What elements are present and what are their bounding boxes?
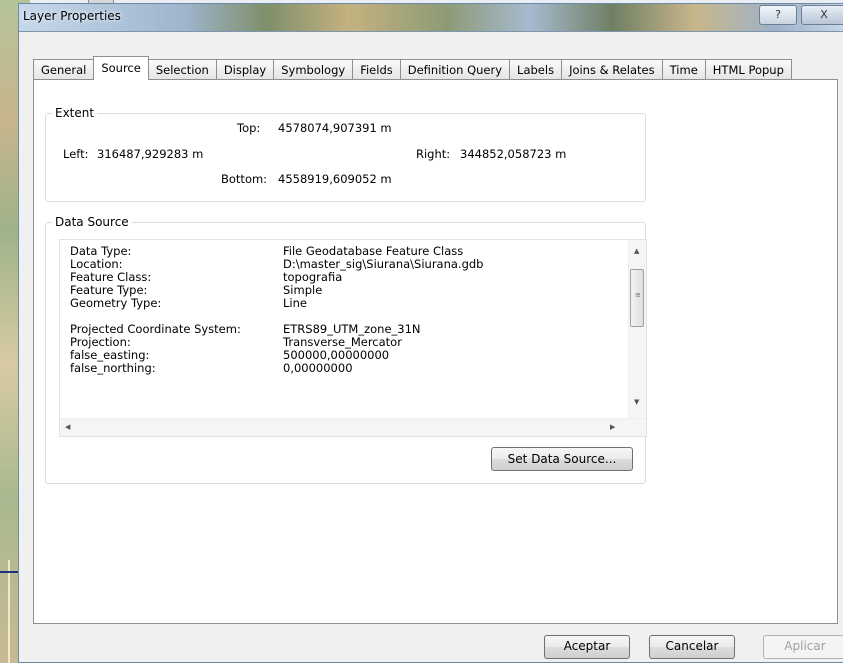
- projection-value: Transverse_Mercator: [283, 335, 402, 349]
- extent-top-value: 4578074,907391 m: [278, 121, 392, 135]
- tab-general[interactable]: General: [33, 59, 95, 80]
- background-map-road: [8, 560, 10, 663]
- data-source-group-title: Data Source: [52, 215, 132, 229]
- feature-type-value: Simple: [283, 283, 323, 297]
- cancel-button[interactable]: Cancelar: [649, 635, 735, 659]
- extent-group: Extent Top: 4578074,907391 m Left: 31648…: [45, 106, 646, 202]
- extent-left-value: 316487,929283 m: [97, 147, 204, 161]
- extent-left-label: Left:: [63, 147, 89, 161]
- extent-bottom-value: 4558919,609052 m: [278, 172, 392, 186]
- tab-html-popup[interactable]: HTML Popup: [704, 59, 792, 80]
- horizontal-scrollbar[interactable]: ◀ ▶: [60, 418, 646, 436]
- location-value: D:\master_sig\Siurana\Siurana.gdb: [283, 257, 484, 271]
- tab-fields[interactable]: Fields: [352, 59, 401, 80]
- extent-group-title: Extent: [52, 106, 98, 120]
- feature-class-value: topografia: [283, 270, 343, 284]
- scroll-down-arrow-icon[interactable]: ▼: [634, 398, 639, 406]
- false-easting-value: 500000,00000000: [283, 348, 390, 362]
- set-data-source-button[interactable]: Set Data Source...: [491, 447, 633, 471]
- list-item: Geometry Type: Line: [70, 297, 620, 310]
- tab-symbology[interactable]: Symbology: [273, 59, 354, 80]
- false-northing-key: false_northing:: [70, 361, 156, 375]
- tab-definition-query[interactable]: Definition Query: [399, 59, 511, 80]
- data-source-group: Data Source Data Type: File Geodatabase F…: [45, 215, 647, 484]
- list-item: Location: D:\master_sig\Siurana\Siurana.g…: [70, 258, 620, 271]
- layer-properties-dialog: Layer Properties ? X General Source Sele…: [18, 3, 843, 663]
- false-northing-value: 0,00000000: [283, 361, 353, 375]
- source-tab-panel: Extent Top: 4578074,907391 m Left: 31648…: [33, 79, 838, 624]
- vertical-scrollbar[interactable]: ▲ ≡ ▼: [628, 240, 646, 419]
- ok-button[interactable]: Aceptar: [544, 635, 630, 659]
- list-item: Feature Class: topografia: [70, 271, 620, 284]
- help-button[interactable]: ?: [759, 5, 797, 25]
- scroll-left-arrow-icon[interactable]: ◀: [65, 423, 70, 431]
- tab-joins-relates[interactable]: Joins & Relates: [561, 59, 663, 80]
- close-icon: X: [820, 8, 828, 21]
- extent-top-label: Top:: [237, 121, 261, 135]
- extent-bottom-label: Bottom:: [221, 172, 268, 186]
- grip-icon: ≡: [635, 291, 641, 299]
- tab-strip: General Source Selection Display Symbolo…: [33, 56, 792, 80]
- tab-time[interactable]: Time: [661, 59, 706, 80]
- vertical-scroll-thumb[interactable]: ≡: [630, 269, 644, 327]
- geometry-type-value: Line: [283, 296, 307, 310]
- scroll-up-arrow-icon[interactable]: ▲: [634, 247, 639, 255]
- projected-cs-value: ETRS89_UTM_zone_31N: [283, 322, 421, 336]
- close-button[interactable]: X: [801, 5, 843, 25]
- data-source-info-content: Data Type: File Geodatabase Feature Class…: [70, 245, 620, 375]
- scroll-right-arrow-icon[interactable]: ▶: [610, 423, 615, 431]
- tab-display[interactable]: Display: [215, 59, 275, 80]
- data-source-info-list[interactable]: Data Type: File Geodatabase Feature Class…: [59, 239, 647, 437]
- list-item: false_northing: 0,00000000: [70, 362, 620, 375]
- dialog-title: Layer Properties: [23, 9, 121, 23]
- title-bar[interactable]: Layer Properties ? X: [19, 4, 843, 32]
- tab-labels[interactable]: Labels: [509, 59, 563, 80]
- dialog-client-area: General Source Selection Display Symbolo…: [25, 38, 843, 662]
- help-icon: ?: [775, 8, 781, 21]
- extent-right-label: Right:: [416, 147, 451, 161]
- extent-right-value: 344852,058723 m: [460, 147, 567, 161]
- tab-selection[interactable]: Selection: [147, 59, 217, 80]
- data-type-value: File Geodatabase Feature Class: [283, 244, 464, 258]
- tab-source[interactable]: Source: [93, 56, 149, 80]
- geometry-type-key: Geometry Type:: [70, 296, 162, 310]
- apply-button[interactable]: Aplicar: [763, 635, 843, 659]
